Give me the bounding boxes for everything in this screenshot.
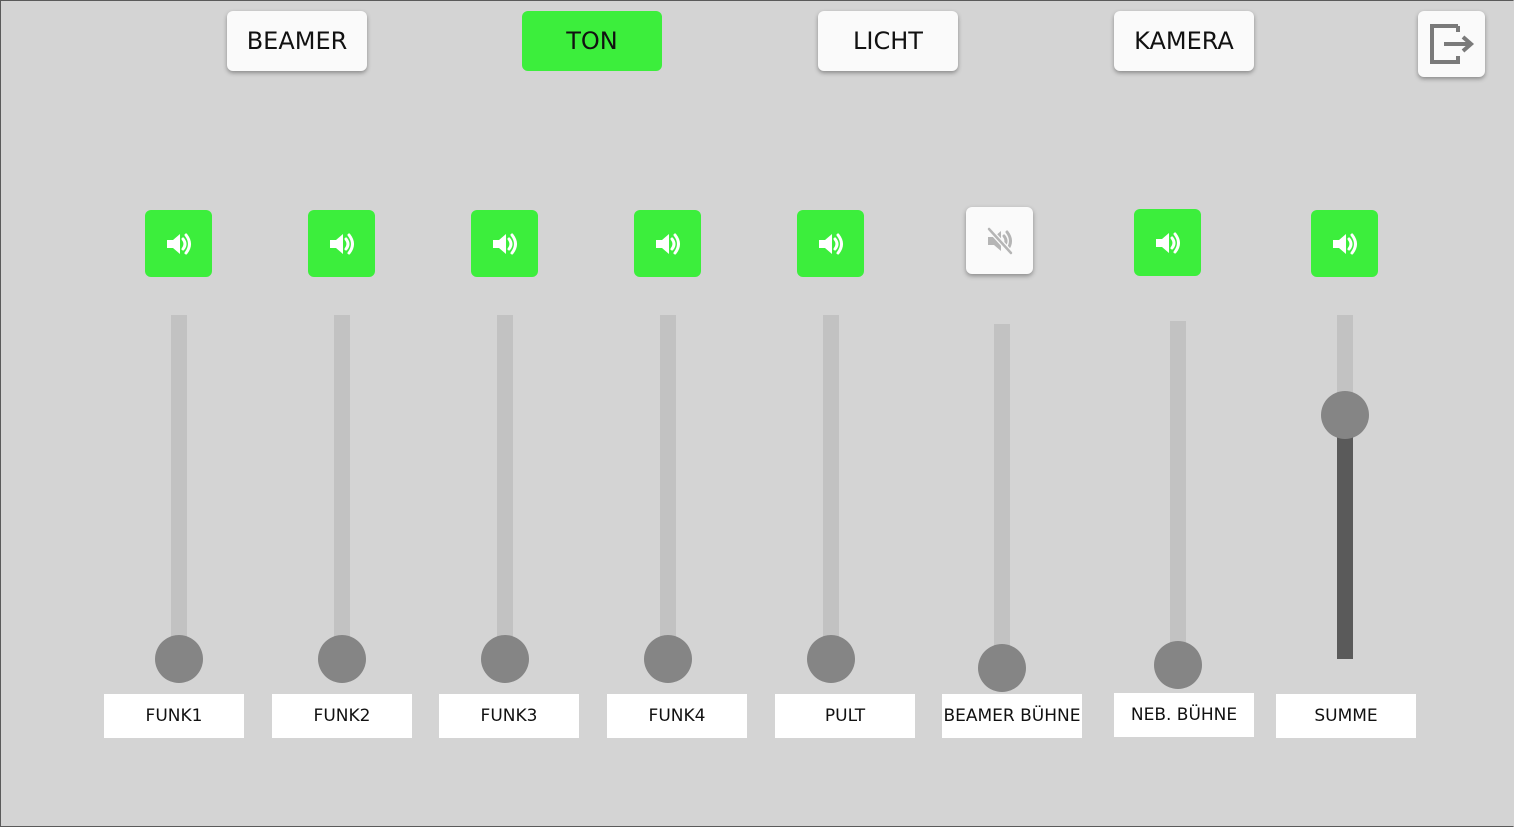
channel-label-funk4: FUNK4	[607, 694, 747, 738]
tab-kamera[interactable]: KAMERA	[1114, 11, 1254, 71]
fader-thumb-pult[interactable]	[807, 635, 855, 683]
channel-label-funk3: FUNK3	[439, 694, 579, 738]
speaker-icon	[818, 233, 843, 254]
tab-beamer[interactable]: BEAMER	[227, 11, 367, 71]
fader-track-beamer-buehne[interactable]	[994, 324, 1010, 668]
fader-thumb-funk2[interactable]	[318, 635, 366, 683]
speaker-icon	[1332, 233, 1357, 254]
channel-label-beamer-buehne: BEAMER BÜHNE	[942, 694, 1082, 738]
mute-button-beamer-buehne[interactable]	[966, 207, 1033, 274]
speaker-icon	[329, 233, 354, 254]
channel-label-summe: SUMME	[1276, 694, 1416, 738]
exit-icon	[1429, 24, 1474, 64]
fader-thumb-beamer-buehne[interactable]	[978, 644, 1026, 692]
fader-track-funk2[interactable]	[334, 315, 350, 659]
mute-button-funk3[interactable]	[471, 210, 538, 277]
speaker-muted-icon	[986, 226, 1013, 255]
mute-button-funk4[interactable]	[634, 210, 701, 277]
mute-button-neb-buehne[interactable]	[1134, 209, 1201, 276]
fader-track-summe[interactable]	[1337, 315, 1353, 659]
fader-fill	[1337, 414, 1353, 659]
speaker-icon	[492, 233, 517, 254]
mute-button-pult[interactable]	[797, 210, 864, 277]
speaker-icon	[655, 233, 680, 254]
channel-label-pult: PULT	[775, 694, 915, 738]
speaker-icon	[166, 233, 191, 254]
tab-ton[interactable]: TON	[522, 11, 662, 71]
mute-button-summe[interactable]	[1311, 210, 1378, 277]
channel-label-funk1: FUNK1	[104, 694, 244, 738]
exit-button[interactable]	[1418, 11, 1485, 77]
fader-track-funk3[interactable]	[497, 315, 513, 659]
mute-button-funk1[interactable]	[145, 210, 212, 277]
fader-thumb-funk3[interactable]	[481, 635, 529, 683]
channel-label-neb-buehne: NEB. BÜHNE	[1114, 693, 1254, 737]
speaker-icon	[1155, 232, 1180, 253]
fader-thumb-neb-buehne[interactable]	[1154, 641, 1202, 689]
fader-track-funk4[interactable]	[660, 315, 676, 659]
fader-track-funk1[interactable]	[171, 315, 187, 659]
channel-label-funk2: FUNK2	[272, 694, 412, 738]
fader-thumb-summe[interactable]	[1321, 390, 1369, 439]
fader-thumb-funk4[interactable]	[644, 635, 692, 683]
mute-button-funk2[interactable]	[308, 210, 375, 277]
fader-track-pult[interactable]	[823, 315, 839, 659]
fader-track-neb-buehne[interactable]	[1170, 321, 1186, 665]
tab-licht[interactable]: LICHT	[818, 11, 958, 71]
fader-thumb-funk1[interactable]	[155, 635, 203, 683]
